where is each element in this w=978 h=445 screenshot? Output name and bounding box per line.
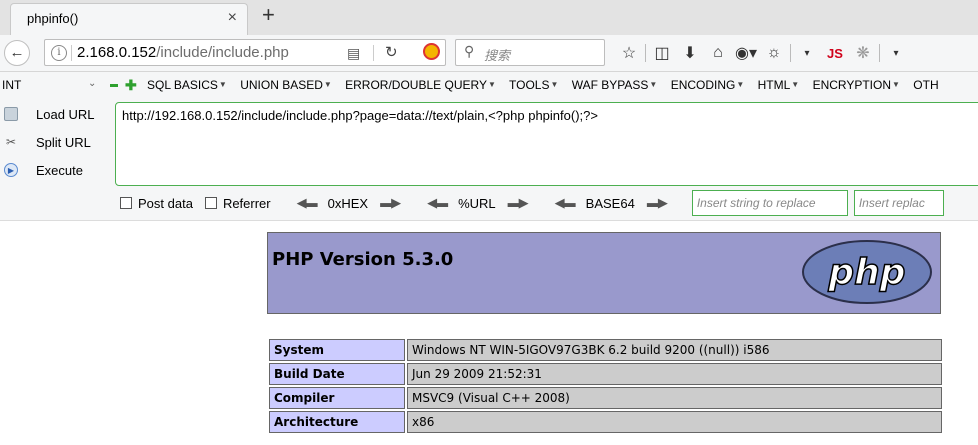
dropdown-icon[interactable]: ▾	[793, 48, 821, 59]
replace-string-input[interactable]: Insert replac	[853, 190, 944, 216]
bug-icon[interactable]: ❋	[849, 43, 877, 63]
decode-hex-icon[interactable]: ◀▬	[297, 195, 318, 211]
php-logo: php	[802, 240, 932, 304]
table-row: Build Date Jun 29 2009 21:52:31	[269, 363, 942, 385]
load-url-label: Load URL	[36, 106, 95, 122]
address-bar[interactable]: i 2.168.0.152/include/include.php ▤ ↻	[44, 39, 446, 66]
download-icon[interactable]: ⬇	[676, 43, 704, 63]
split-url-button[interactable]: ✂ Split URL	[0, 131, 91, 153]
js-toggle-icon[interactable]: JS	[821, 46, 849, 61]
menu-tools[interactable]: TOOLS▼	[509, 78, 558, 92]
referrer-checkbox[interactable]	[204, 197, 217, 209]
encode-url-icon[interactable]: ▬▶	[508, 195, 529, 211]
minus-icon[interactable]	[110, 84, 118, 87]
new-tab-button[interactable]: +	[262, 4, 275, 26]
tab-strip: phpinfo() × +	[0, 0, 978, 35]
row-key: Compiler	[269, 387, 405, 409]
post-data-checkbox[interactable]	[120, 197, 132, 209]
row-key: Architecture	[269, 411, 405, 433]
url-encoder: ◀▬ %URL ▬▶	[427, 195, 529, 211]
divider	[645, 44, 646, 62]
plus-icon[interactable]: ✚	[125, 78, 137, 92]
row-value: Jun 29 2009 21:52:31	[407, 363, 942, 385]
row-value: Windows NT WIN-5IGOV97G3BK 6.2 build 920…	[407, 339, 942, 361]
insert-string-input[interactable]: Insert string to replace	[691, 190, 848, 216]
menu-waf-bypass[interactable]: WAF BYPASS▼	[572, 78, 658, 92]
back-arrow-icon: ←	[9, 44, 25, 61]
menu-html[interactable]: HTML▼	[758, 78, 800, 92]
search-placeholder: 搜索	[484, 48, 511, 63]
url-textarea[interactable]: http://192.168.0.152/include/include.php…	[115, 102, 978, 186]
search-icon: ⚲	[464, 43, 475, 59]
blocked-extension-icon[interactable]	[423, 43, 440, 60]
post-data-label: Post data	[138, 195, 193, 211]
php-info-table: System Windows NT WIN-5IGOV97G3BK 6.2 bu…	[267, 337, 944, 435]
options-row: Post data Referrer ◀▬ 0xHEX ▬▶ ◀▬ %URL ▬…	[120, 190, 944, 216]
divider	[71, 45, 72, 61]
hackbar-menu-items: SQL BASICS▼ UNION BASED▼ ERROR/DOUBLE QU…	[147, 78, 949, 92]
reload-icon[interactable]: ↻	[385, 43, 398, 61]
type-select[interactable]: INT ⌄	[2, 78, 104, 92]
play-icon: ▶	[4, 163, 18, 177]
library-icon[interactable]: ◫	[648, 43, 676, 63]
table-row: Architecture x86	[269, 411, 942, 433]
row-value: x86	[407, 411, 942, 433]
divider	[790, 44, 791, 62]
load-url-button[interactable]: Load URL	[0, 103, 95, 125]
menu-sql-basics[interactable]: SQL BASICS▼	[147, 78, 227, 92]
php-version-title: PHP Version 5.3.0	[272, 249, 454, 270]
divider	[373, 45, 374, 61]
referrer-label: Referrer	[222, 195, 271, 211]
url-textarea-value: http://192.168.0.152/include/include.php…	[122, 108, 598, 123]
toolbar-icons: ☆ ◫ ⬇ ⌂ ◉▾ ☼ ▾ JS ❋ ▾	[615, 42, 910, 64]
info-icon[interactable]: i	[51, 45, 67, 61]
menu-error-double-query[interactable]: ERROR/DOUBLE QUERY▼	[345, 78, 496, 92]
tab-phpinfo[interactable]: phpinfo() ×	[10, 3, 248, 35]
execute-label: Execute	[36, 162, 83, 178]
back-button[interactable]: ←	[4, 40, 30, 66]
menu-dropdown-icon[interactable]: ▾	[882, 48, 910, 59]
row-key: Build Date	[269, 363, 405, 385]
decode-base64-icon[interactable]: ◀▬	[555, 195, 576, 211]
reader-view-icon[interactable]: ▤	[347, 45, 360, 62]
chevron-down-icon: ⌄	[88, 78, 97, 89]
search-box[interactable]: ⚲ 搜索	[455, 39, 605, 66]
table-row: System Windows NT WIN-5IGOV97G3BK 6.2 bu…	[269, 339, 942, 361]
palette-icon[interactable]: ☼	[760, 44, 788, 62]
load-url-icon	[4, 107, 18, 121]
base64-encoder: ◀▬ BASE64 ▬▶	[554, 195, 668, 211]
execute-button[interactable]: ▶ Execute	[0, 159, 83, 181]
menu-union-based[interactable]: UNION BASED▼	[240, 78, 332, 92]
extension-icon[interactable]: ◉▾	[732, 43, 760, 63]
close-tab-icon[interactable]: ×	[228, 9, 237, 27]
type-select-value: INT	[2, 78, 22, 92]
url-text[interactable]: 2.168.0.152/include/include.php	[77, 44, 289, 61]
menu-encoding[interactable]: ENCODING▼	[671, 78, 745, 92]
hex-encoder: ◀▬ 0xHEX ▬▶	[296, 195, 401, 211]
divider	[879, 44, 880, 62]
navigation-bar: ← i 2.168.0.152/include/include.php ▤ ↻ …	[0, 35, 978, 72]
scissors-icon: ✂	[5, 135, 17, 149]
table-row: Compiler MSVC9 (Visual C++ 2008)	[269, 387, 942, 409]
home-icon[interactable]: ⌂	[704, 44, 732, 62]
bookmark-star-icon[interactable]: ☆	[615, 43, 643, 63]
menu-other[interactable]: OTH	[913, 78, 938, 92]
tab-title: phpinfo()	[27, 11, 79, 26]
split-url-label: Split URL	[36, 134, 91, 150]
decode-url-icon[interactable]: ◀▬	[427, 195, 448, 211]
hackbar-panel: Load URL ✂ Split URL ▶ Execute http://19…	[0, 100, 978, 221]
encode-base64-icon[interactable]: ▬▶	[647, 195, 668, 211]
encode-hex-icon[interactable]: ▬▶	[380, 195, 401, 211]
hackbar-menu: INT ⌄ ✚ SQL BASICS▼ UNION BASED▼ ERROR/D…	[0, 72, 978, 100]
menu-encryption[interactable]: ENCRYPTION▼	[813, 78, 900, 92]
row-value: MSVC9 (Visual C++ 2008)	[407, 387, 942, 409]
svg-text:php: php	[827, 252, 905, 293]
row-key: System	[269, 339, 405, 361]
php-version-header: PHP Version 5.3.0 php	[267, 232, 941, 314]
